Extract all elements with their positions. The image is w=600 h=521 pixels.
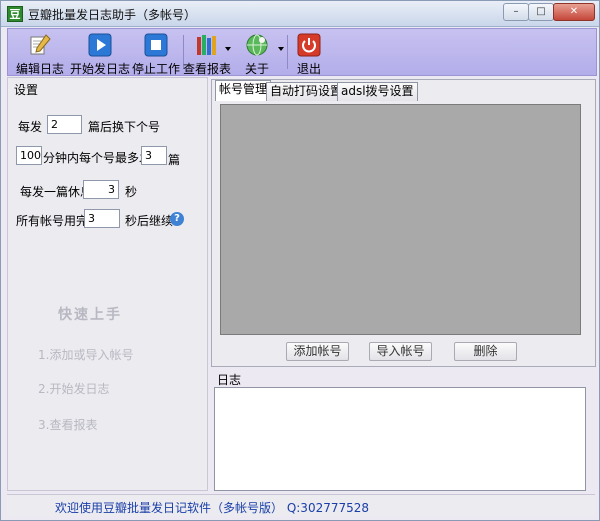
report-dropdown-arrow-icon[interactable] [225,47,231,51]
accounts-exhausted-input[interactable]: 3 [84,209,120,228]
accounts-exhausted-suffix: 秒后继续 [125,214,174,228]
stop-work-label: 停止工作 [131,62,180,76]
close-button[interactable]: ✕ [553,3,595,21]
globe-icon [246,34,268,56]
view-report-label: 查看报表 [182,62,231,76]
power-icon [297,33,321,57]
add-account-button[interactable]: 添加帐号 [286,342,349,361]
stop-icon [144,33,168,57]
status-bar: 欢迎使用豆瓣批量发日记软件（多帐号版） Q:302777528 [7,494,595,516]
posts-per-switch-suffix: 篇后换下个号 [88,120,161,134]
settings-section-label: 设置 [14,83,39,97]
about-dropdown-arrow-icon[interactable] [278,47,284,51]
rest-per-post-suffix: 秒 [125,185,138,199]
max-posts-middle-label: 分钟内每个号最多发 [43,151,152,165]
stop-work-button[interactable]: 停止工作 [130,31,182,76]
quickstart-title: 快速上手 [58,307,122,323]
quickstart-step-1: 1.添加或导入帐号 [38,348,134,362]
quickstart-step-2: 2.开始发日志 [38,382,110,396]
play-icon [88,33,112,57]
about-button[interactable]: 关于 [234,31,280,76]
max-posts-suffix: 篇 [168,153,181,167]
view-report-button[interactable]: 查看报表 [180,31,234,76]
app-window: 豆 豆瓣批量发日志助手（多帐号） – □ ✕ 编辑日志 开始发日志 停止工作 查… [0,0,600,521]
minimize-button[interactable]: – [503,3,529,21]
minutes-window-input[interactable]: 100 [16,146,42,165]
max-posts-input[interactable]: 3 [141,146,167,165]
tab-captcha-settings[interactable]: 自动打码设置 [266,82,347,101]
rest-per-post-prefix: 每发一篇休息 [20,185,93,199]
title-bar: 豆 豆瓣批量发日志助手（多帐号） – □ ✕ [1,1,599,27]
quickstart-step-3: 3.查看报表 [38,418,98,432]
settings-panel: 设置 每发 2 篇后换下个号 100 分钟内每个号最多发 3 篇 每发一篇休息 … [7,77,208,491]
status-welcome-text: 欢迎使用豆瓣批量发日记软件（多帐号版） Q:302777528 [55,501,370,515]
toolbar-separator [287,35,288,69]
app-logo-icon: 豆 [7,6,23,22]
maximize-button[interactable]: □ [528,3,554,21]
posts-per-switch-input[interactable]: 2 [47,115,82,134]
books-icon [197,35,216,55]
help-icon[interactable]: ? [170,212,184,226]
exit-button[interactable]: 退出 [289,31,329,76]
import-account-button[interactable]: 导入帐号 [369,342,432,361]
accounts-exhausted-prefix: 所有帐号用完 [16,214,89,228]
rest-per-post-input[interactable]: 3 [83,180,119,199]
start-posting-button[interactable]: 开始发日志 [68,31,132,76]
pencil-paper-icon [30,34,51,55]
delete-account-button[interactable]: 删除 [454,342,517,361]
edit-log-label: 编辑日志 [15,62,64,76]
log-label: 日志 [217,373,242,387]
window-title: 豆瓣批量发日志助手（多帐号） [28,8,197,22]
exit-label: 退出 [296,62,321,76]
edit-log-button[interactable]: 编辑日志 [10,31,70,76]
tab-adsl-settings[interactable]: adsl拨号设置 [337,82,418,101]
start-posting-label: 开始发日志 [69,62,130,76]
tab-account-management[interactable]: 帐号管理 [215,80,272,101]
log-textarea[interactable] [214,387,586,491]
about-label: 关于 [244,62,269,76]
posts-per-switch-prefix: 每发 [18,120,43,134]
toolbar: 编辑日志 开始发日志 停止工作 查看报表 关于 退出 [7,28,597,76]
account-list-grid[interactable] [220,104,581,335]
